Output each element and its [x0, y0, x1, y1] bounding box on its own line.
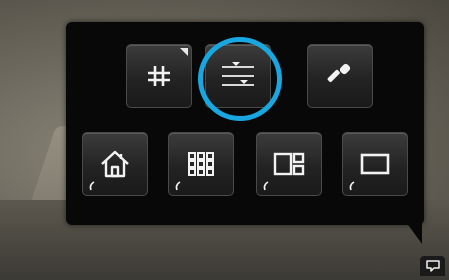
- home-icon: [101, 150, 129, 178]
- corner-hook-icon: [349, 181, 355, 191]
- submenu-indicator-icon: [180, 48, 188, 56]
- single-view-icon: [360, 153, 390, 175]
- single-view-button[interactable]: [342, 132, 408, 196]
- split-view-icon: [273, 152, 305, 176]
- thumbnail-grid-button[interactable]: [168, 132, 234, 196]
- toolbar-toggle-button[interactable]: [420, 256, 445, 276]
- thumbnail-grid-icon: [188, 152, 214, 176]
- toolbar-toggle-icon: [425, 260, 440, 272]
- highlight-circle: [198, 37, 282, 121]
- corner-hook-icon: [175, 181, 181, 191]
- eyedropper-icon: [327, 63, 351, 83]
- grid-button[interactable]: [126, 44, 192, 108]
- corner-hook-icon: [89, 181, 95, 191]
- eyedropper-button[interactable]: [307, 44, 373, 108]
- grid-icon: [148, 66, 170, 86]
- home-button[interactable]: [82, 132, 148, 196]
- split-view-button[interactable]: [256, 132, 322, 196]
- corner-hook-icon: [263, 181, 269, 191]
- popup-tail: [406, 222, 422, 244]
